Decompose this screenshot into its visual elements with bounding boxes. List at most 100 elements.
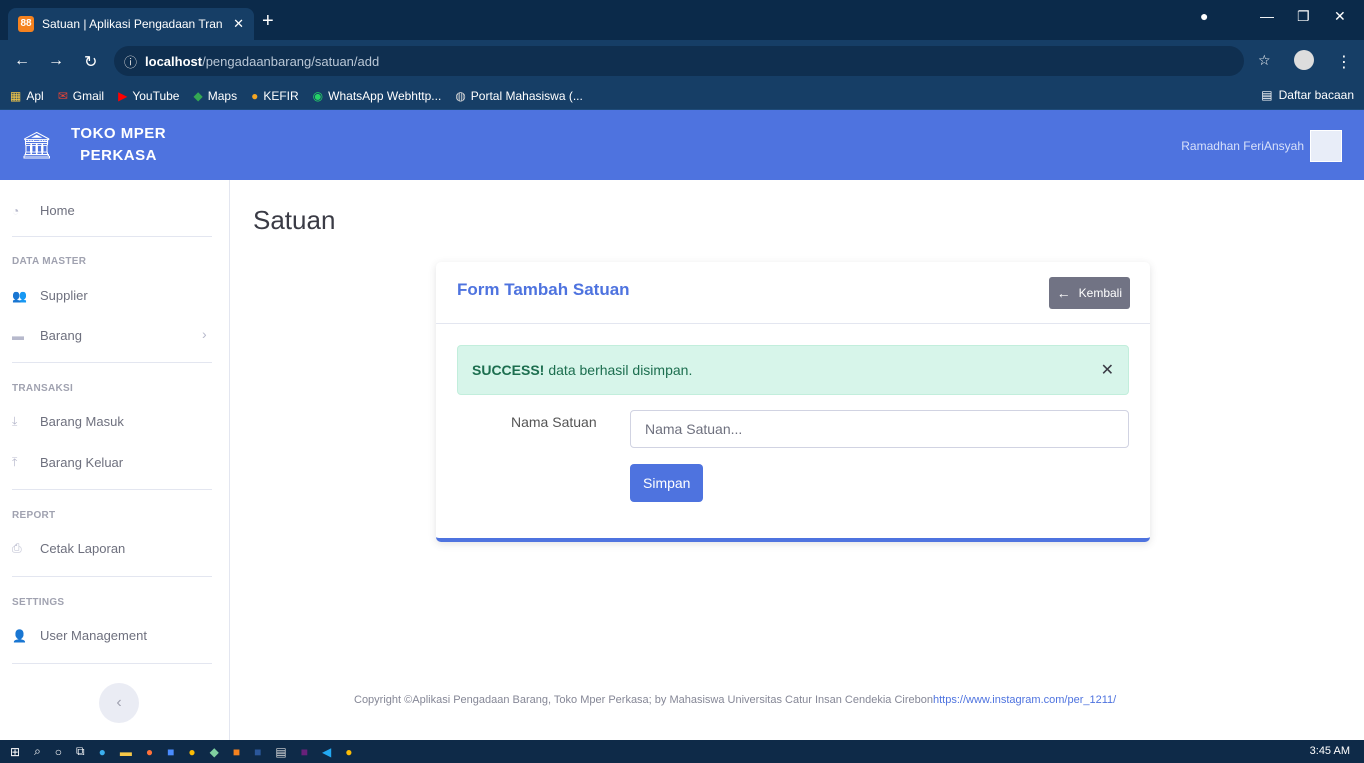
new-tab-icon[interactable]: + — [262, 10, 274, 33]
save-button[interactable]: Simpan — [630, 464, 704, 502]
sidebar-item-supplier[interactable]: 👥 Supplier — [12, 288, 88, 303]
brand-line-2: PERKASA — [80, 147, 157, 164]
page-title: Satuan — [253, 205, 336, 235]
edge-icon[interactable]: ● — [99, 745, 106, 759]
nama-satuan-input[interactable]: Nama Satuan... — [630, 410, 1129, 448]
bookmark-label: WhatsApp Webhttp... — [328, 88, 442, 103]
divider — [12, 576, 212, 577]
xampp-icon[interactable]: ■ — [233, 745, 240, 759]
close-window-icon[interactable]: ✕ — [1334, 8, 1346, 25]
sidebar-item-user-management[interactable]: 👤 User Management — [12, 628, 147, 643]
sidebar-item-barang-keluar[interactable]: ⤒ Barang Keluar — [12, 455, 123, 470]
back-button[interactable]: ← Kembali — [1048, 277, 1130, 309]
footer: Copyright ©Aplikasi Pengadaan Barang, To… — [354, 694, 1116, 706]
bookmark-kefir[interactable]: ● KEFIR — [251, 89, 299, 103]
sidebar-item-label: Barang Keluar — [40, 455, 124, 470]
apps-grid-icon: ▦ — [10, 88, 22, 103]
sidebar-heading: DATA MASTER — [12, 256, 87, 267]
brand-line-1: TOKO MPER — [71, 125, 167, 142]
bookmark-portal[interactable]: ◍ Portal Mahasiswa (... — [455, 89, 583, 103]
minimize-icon[interactable]: — — [1260, 8, 1274, 24]
user-menu[interactable]: Ramadhan FeriAnsyah — [1181, 130, 1342, 162]
windows-start-icon[interactable]: ⊞ — [10, 745, 20, 759]
brand[interactable]: 🏛 TOKO MPER PERKASA — [0, 110, 230, 180]
sidebar-item-label: Barang Masuk — [40, 414, 124, 429]
bookmark-star-icon[interactable]: ☆ — [1258, 52, 1271, 69]
notepad-icon[interactable]: ▤ — [275, 745, 286, 759]
maximize-icon[interactable]: ❐ — [1297, 8, 1310, 25]
youtube-icon: ▶ — [118, 88, 128, 103]
url-host: localhost — [145, 53, 203, 69]
brand-name: TOKO MPER PERKASA — [71, 123, 166, 167]
close-tab-icon[interactable]: ✕ — [233, 16, 244, 32]
reading-list-label: Daftar bacaan — [1278, 88, 1354, 102]
profile-avatar-icon[interactable] — [1294, 50, 1314, 70]
sidebar-item-home[interactable]: ◔ Home — [12, 203, 75, 218]
firefox-icon[interactable]: ● — [146, 745, 153, 759]
bookmark-youtube[interactable]: ▶ YouTube — [118, 89, 179, 103]
avatar — [1310, 130, 1342, 162]
sidebar-item-cetak-laporan[interactable]: ⎙ Cetak Laporan — [12, 541, 125, 556]
card-header: Form Tambah Satuan ← Kembali — [436, 262, 1150, 324]
search-icon[interactable]: ⌕ — [34, 744, 41, 759]
bookmark-label: Maps — [207, 88, 238, 103]
chevron-right-icon[interactable]: › — [202, 326, 207, 342]
divider — [12, 236, 212, 237]
site-info-icon[interactable]: ⓘ — [124, 52, 137, 71]
bookmarks-bar: ▦ Apl ✉ Gmail ▶ YouTube ◆ Maps ● KEFIR ◉ Whats… — [0, 82, 1364, 110]
kefir-icon: ● — [251, 88, 259, 103]
sidebar-heading: TRANSAKSI — [12, 383, 74, 394]
reading-list-button[interactable]: ▤ Daftar bacaan — [1261, 88, 1354, 102]
back-button-label: Kembali — [1078, 286, 1122, 300]
download-icon: ⤓ — [12, 414, 18, 428]
system-clock[interactable]: 3:45 AM — [1310, 745, 1350, 757]
sidebar-item-label: User Management — [40, 628, 147, 643]
sidebar-item-barang[interactable]: ▬ Barang — [12, 328, 82, 343]
sidebar-item-barang-masuk[interactable]: ⤓ Barang Masuk — [12, 414, 124, 429]
divider — [12, 663, 212, 664]
chrome-active-icon[interactable]: ● — [345, 745, 352, 759]
file-explorer-icon[interactable]: ▬ — [120, 745, 132, 759]
form-card: Form Tambah Satuan ← Kembali SUCCESS! da… — [436, 262, 1150, 542]
bookmark-label: YouTube — [132, 88, 180, 103]
browser-tab[interactable]: 88 Satuan | Aplikasi Pengadaan Tran ✕ — [8, 8, 254, 40]
reload-icon[interactable]: ↻ — [84, 52, 97, 72]
footer-link[interactable]: https://www.instagram.com/per_1211/ — [933, 694, 1116, 706]
whatsapp-icon: ◉ — [312, 88, 324, 103]
gmail-icon: ✉ — [57, 88, 68, 103]
chrome-icon[interactable]: ● — [188, 745, 195, 759]
users-icon: 👥 — [12, 288, 27, 303]
sidebar-item-label: Cetak Laporan — [40, 541, 126, 556]
menu-kebab-icon[interactable]: ⋮ — [1336, 52, 1352, 72]
folder-icon: ▬ — [12, 328, 24, 343]
git-icon[interactable]: ◆ — [210, 745, 219, 759]
bookmark-apl[interactable]: ▦ Apl — [10, 89, 44, 103]
sidebar-toggle-button[interactable]: ‹ — [99, 683, 139, 723]
sidebar-item-label: Home — [40, 203, 75, 218]
vscode-icon[interactable]: ◀ — [322, 745, 331, 759]
globe-icon: ◍ — [455, 88, 466, 103]
zoom-icon[interactable]: ■ — [167, 745, 174, 759]
word-icon[interactable]: ■ — [254, 745, 261, 759]
cortana-icon[interactable]: ○ — [55, 745, 62, 759]
alert-strong: SUCCESS! — [472, 362, 545, 378]
visual-studio-icon[interactable]: ■ — [301, 745, 308, 759]
nama-satuan-label: Nama Satuan — [511, 414, 597, 430]
bookmark-gmail[interactable]: ✉ Gmail — [58, 89, 104, 103]
close-icon[interactable]: ✕ — [1101, 360, 1114, 380]
task-view-icon[interactable]: ⧉ — [76, 744, 85, 759]
dashboard-icon: ◔ — [12, 203, 20, 218]
bookmark-whatsapp[interactable]: ◉ WhatsApp Webhttp... — [313, 89, 442, 103]
back-nav-icon[interactable]: ← — [14, 52, 30, 70]
upload-icon: ⤒ — [12, 455, 18, 469]
bank-icon: 🏛 — [20, 129, 54, 160]
url-input[interactable]: ⓘ localhost /pengadaanbarang/satuan/add — [114, 46, 1244, 76]
footer-text: Copyright ©Aplikasi Pengadaan Barang, To… — [354, 694, 933, 706]
profile-dot-icon[interactable]: ● — [1200, 8, 1208, 24]
arrow-left-icon: ← — [1056, 285, 1071, 301]
maps-icon: ◆ — [193, 88, 203, 103]
bookmark-maps[interactable]: ◆ Maps — [193, 89, 237, 103]
tab-title: Satuan | Aplikasi Pengadaan Tran — [42, 17, 223, 31]
url-path: /pengadaanbarang/satuan/add — [202, 53, 380, 69]
forward-nav-icon[interactable]: → — [48, 52, 64, 70]
